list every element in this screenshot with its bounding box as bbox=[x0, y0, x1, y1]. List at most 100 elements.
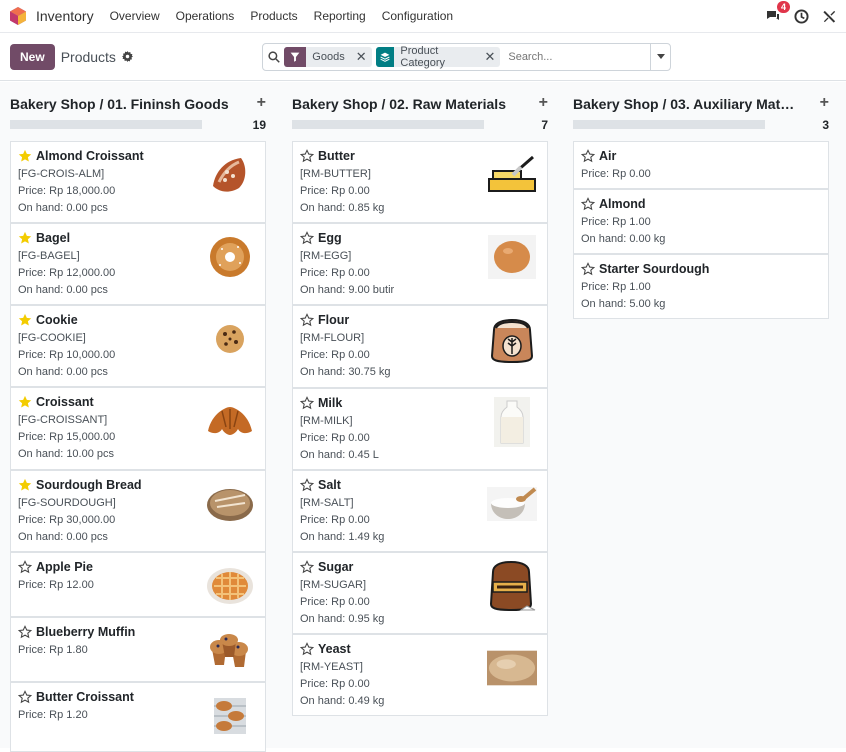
quick-add-icon[interactable]: + bbox=[820, 94, 829, 112]
column-title[interactable]: Bakery Shop / 01. Fininsh Goods bbox=[10, 96, 235, 112]
facet-product-category-label: Product Category bbox=[400, 44, 446, 69]
app-name[interactable]: Inventory bbox=[36, 8, 94, 24]
product-name: Almond Croissant bbox=[36, 149, 144, 163]
filter-icon bbox=[284, 46, 307, 67]
chat-icon[interactable]: 4 bbox=[764, 1, 790, 25]
star-empty-icon[interactable] bbox=[300, 396, 314, 410]
product-on-hand: On hand: 10.00 pcs bbox=[18, 448, 115, 460]
product-name: Sugar bbox=[318, 560, 354, 574]
salt-bowl-image bbox=[487, 479, 537, 529]
star-empty-icon[interactable] bbox=[300, 478, 314, 492]
menu-configuration[interactable]: Configuration bbox=[382, 9, 453, 23]
star-filled-icon[interactable] bbox=[18, 478, 32, 492]
menu-products[interactable]: Products bbox=[250, 9, 297, 23]
bagel-image bbox=[205, 232, 255, 282]
column-progressbar[interactable] bbox=[573, 120, 765, 129]
product-name: Cookie bbox=[36, 313, 78, 327]
star-empty-icon[interactable] bbox=[581, 197, 595, 211]
product-card[interactable]: Butter [RM-BUTTER] Price: Rp 0.00 On hand: … bbox=[292, 141, 548, 223]
column-progressbar[interactable] bbox=[292, 120, 484, 129]
star-empty-icon[interactable] bbox=[581, 262, 595, 276]
control-panel: New Products Goods ✕ Product Category ✕ bbox=[0, 33, 846, 81]
product-card[interactable]: Apple Pie Price: Rp 12.00 bbox=[10, 552, 266, 617]
product-name: Air bbox=[599, 149, 617, 163]
column-header: Bakery Shop / 01. Fininsh Goods + 19 bbox=[0, 82, 266, 132]
product-name: Butter Croissant bbox=[36, 690, 134, 704]
caret-down-icon bbox=[656, 54, 665, 59]
product-price: Price: Rp 1.00 bbox=[581, 281, 651, 293]
column-title[interactable]: Bakery Shop / 03. Auxiliary Mate... bbox=[573, 96, 798, 112]
product-card[interactable]: Almond Price: Rp 1.00 On hand: 0.00 kg bbox=[573, 189, 829, 254]
product-name: Butter bbox=[318, 149, 355, 163]
column-count: 7 bbox=[541, 118, 548, 132]
product-card[interactable]: Egg [RM-EGG] Price: Rp 0.00 On hand: 9.00 b… bbox=[292, 223, 548, 305]
blueberry-muffin-image bbox=[205, 626, 255, 676]
product-on-hand: On hand: 1.49 kg bbox=[300, 531, 385, 543]
quick-add-icon[interactable]: + bbox=[539, 94, 548, 112]
product-on-hand: On hand: 0.85 kg bbox=[300, 202, 385, 214]
column-count: 3 bbox=[822, 118, 829, 132]
product-card[interactable]: Croissant [FG-CROISSANT] Price: Rp 15,000.… bbox=[10, 387, 266, 470]
product-name: Blueberry Muffin bbox=[36, 625, 136, 639]
star-filled-icon[interactable] bbox=[18, 231, 32, 245]
search-input[interactable] bbox=[504, 50, 651, 63]
product-on-hand: On hand: 30.75 kg bbox=[300, 366, 391, 378]
search-icon[interactable] bbox=[263, 50, 284, 63]
new-button[interactable]: New bbox=[10, 43, 55, 70]
star-empty-icon[interactable] bbox=[300, 313, 314, 327]
remove-facet-category-icon[interactable]: ✕ bbox=[479, 49, 500, 65]
product-card[interactable]: Blueberry Muffin Price: Rp 1.80 bbox=[10, 617, 266, 682]
product-card[interactable]: Sugar [RM-SUGAR] Price: Rp 0.00 On hand: 0.… bbox=[292, 552, 548, 634]
product-name: Salt bbox=[318, 478, 341, 492]
product-card[interactable]: Cookie [FG-COOKIE] Price: Rp 10,000.00 On h… bbox=[10, 305, 266, 387]
product-card[interactable]: Salt [RM-SALT] Price: Rp 0.00 On hand: 1.49… bbox=[292, 470, 548, 552]
star-filled-icon[interactable] bbox=[18, 313, 32, 327]
menu-operations[interactable]: Operations bbox=[176, 9, 235, 23]
almond-croissant-image bbox=[205, 150, 255, 200]
product-card[interactable]: Air Price: Rp 0.00 bbox=[573, 141, 829, 189]
star-filled-icon[interactable] bbox=[18, 395, 32, 409]
product-on-hand: On hand: 0.00 kg bbox=[581, 233, 666, 245]
star-empty-icon[interactable] bbox=[18, 690, 32, 704]
card-title: Starter Sourdough bbox=[581, 261, 821, 277]
column-title[interactable]: Bakery Shop / 02. Raw Materials bbox=[292, 96, 517, 112]
product-card[interactable]: Flour [RM-FLOUR] Price: Rp 0.00 On hand: 30… bbox=[292, 305, 548, 388]
product-card[interactable]: Bagel [FG-BAGEL] Price: Rp 12,000.00 On han… bbox=[10, 223, 266, 305]
sourdough-bread-image bbox=[205, 479, 255, 529]
gear-icon[interactable] bbox=[121, 49, 133, 65]
star-empty-icon[interactable] bbox=[581, 149, 595, 163]
star-empty-icon[interactable] bbox=[18, 625, 32, 639]
product-card[interactable]: Sourdough Bread [FG-SOURDOUGH] Price: Rp 3… bbox=[10, 470, 266, 552]
product-name: Flour bbox=[318, 313, 350, 327]
navbar-systray: 4 bbox=[764, 1, 838, 25]
product-card[interactable]: Butter Croissant Price: Rp 1.20 bbox=[10, 682, 266, 752]
quick-add-icon[interactable]: + bbox=[257, 94, 266, 112]
product-on-hand: On hand: 5.00 kg bbox=[581, 298, 666, 310]
menu-overview[interactable]: Overview bbox=[110, 9, 160, 23]
cookie-image bbox=[205, 314, 255, 364]
product-on-hand: On hand: 0.45 L bbox=[300, 449, 379, 461]
clock-icon[interactable] bbox=[792, 7, 810, 25]
kanban-column-finished-goods: Bakery Shop / 01. Fininsh Goods + 19 Alm… bbox=[0, 82, 266, 752]
remove-facet-goods-icon[interactable]: ✕ bbox=[351, 49, 372, 65]
star-empty-icon[interactable] bbox=[18, 560, 32, 574]
star-empty-icon[interactable] bbox=[300, 560, 314, 574]
star-filled-icon[interactable] bbox=[18, 149, 32, 163]
kanban-column-raw-materials: Bakery Shop / 02. Raw Materials + 7 Butt… bbox=[282, 82, 548, 716]
product-name: Croissant bbox=[36, 395, 94, 409]
product-card[interactable]: Starter Sourdough Price: Rp 1.00 On hand: … bbox=[573, 254, 829, 319]
product-card[interactable]: Yeast [RM-YEAST] Price: Rp 0.00 On hand: 0.… bbox=[292, 634, 548, 716]
star-empty-icon[interactable] bbox=[300, 231, 314, 245]
page-title: Products bbox=[60, 48, 116, 65]
search-options-toggle[interactable] bbox=[650, 43, 670, 70]
star-empty-icon[interactable] bbox=[300, 149, 314, 163]
menu-reporting[interactable]: Reporting bbox=[314, 9, 366, 23]
star-empty-icon[interactable] bbox=[300, 642, 314, 656]
product-card[interactable]: Milk [RM-MILK] Price: Rp 0.00 On hand: 0.45… bbox=[292, 388, 548, 470]
product-price: Price: Rp 0.00 bbox=[581, 168, 651, 180]
tools-icon[interactable] bbox=[820, 7, 838, 25]
product-card[interactable]: Almond Croissant [FG-CROIS-ALM] Price: Rp … bbox=[10, 141, 266, 223]
column-progressbar[interactable] bbox=[10, 120, 202, 129]
inventory-app-logo-icon[interactable] bbox=[8, 6, 28, 26]
product-on-hand: On hand: 0.00 pcs bbox=[18, 366, 108, 378]
